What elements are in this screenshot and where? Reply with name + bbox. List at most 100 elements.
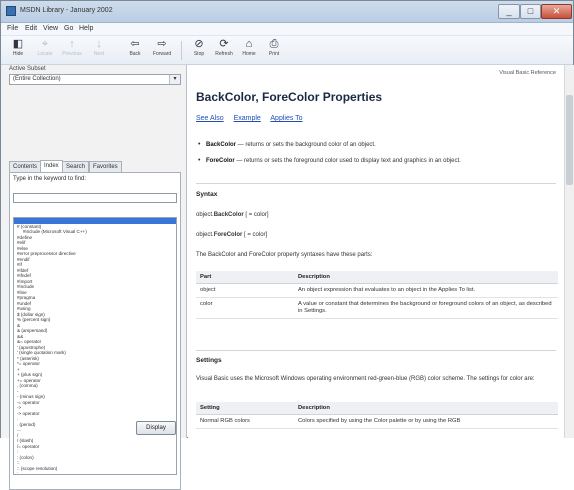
settings-heading: Settings: [196, 357, 222, 364]
syntax-term: BackColor: [213, 212, 244, 218]
active-subset-label: Active Subset: [9, 66, 46, 72]
keyword-list[interactable]: # (constant) #include (Microsoft Visual C…: [13, 217, 177, 475]
next-icon: ↓: [96, 38, 102, 50]
back-button[interactable]: ⇦ Back: [123, 38, 147, 62]
locate-label: Locate: [37, 51, 53, 57]
print-label: Print: [268, 51, 280, 57]
syntax-prefix: object.: [196, 232, 214, 238]
table-header-row: Setting Description: [196, 402, 558, 415]
refresh-icon: ⟳: [219, 38, 229, 50]
vertical-scrollbar[interactable]: [564, 65, 574, 438]
reference-header: Visual Basic Reference: [499, 70, 556, 76]
example-link[interactable]: Example: [234, 115, 261, 122]
menu-help[interactable]: Help: [79, 25, 93, 32]
column-header: Description: [294, 402, 558, 415]
column-header: Part: [196, 271, 294, 284]
navigation-pane: Active Subset (Entire Collection) ▾ Cont…: [1, 65, 187, 490]
tab-search[interactable]: Search: [62, 161, 90, 172]
refresh-label: Refresh: [215, 51, 233, 57]
table-cell: Colors specified by using the Color pale…: [294, 414, 558, 429]
see-also-link[interactable]: See Also: [196, 115, 224, 122]
topic-links: See Also Example Applies To: [196, 115, 311, 122]
minimize-button[interactable]: _: [498, 4, 520, 19]
back-arrow-icon: ⇦: [130, 38, 140, 50]
forward-label: Forward: [152, 51, 172, 57]
print-button[interactable]: ⎙ Print: [262, 38, 286, 62]
menu-view[interactable]: View: [43, 25, 58, 32]
list-item[interactable]: ;: [14, 471, 176, 474]
column-header: Setting: [196, 402, 294, 415]
table-row: color A value or constant that determine…: [196, 297, 558, 319]
table-header-row: Part Description: [196, 271, 558, 284]
table-cell: A value or constant that determines the …: [294, 297, 558, 319]
application-window: MSDN Library - January 2002 _ □ ✕ File E…: [0, 0, 574, 490]
tab-index[interactable]: Index: [40, 160, 63, 172]
syntax-line: object.BackColor [ = color]: [196, 211, 556, 219]
settings-table: Setting Description Normal RGB colors Co…: [196, 402, 558, 429]
forward-arrow-icon: ⇨: [157, 38, 167, 50]
bullet-term: ForeColor: [206, 158, 235, 164]
chevron-down-icon[interactable]: ▾: [169, 75, 180, 84]
toolbar-separator: [181, 41, 182, 60]
syntax-prefix: object.: [196, 212, 214, 218]
table-cell: An object expression that evaluates to a…: [294, 283, 558, 298]
active-subset-dropdown[interactable]: (Entire Collection) ▾: [9, 74, 181, 85]
stop-icon: ⊘: [194, 38, 204, 50]
table-row: Normal RGB colors Colors specified by us…: [196, 414, 558, 429]
title-bar[interactable]: MSDN Library - January 2002 _ □ ✕: [1, 1, 573, 23]
tab-contents[interactable]: Contents: [9, 161, 42, 172]
bullet-term: BackColor: [206, 142, 237, 148]
maximize-button[interactable]: □: [520, 4, 541, 19]
forward-button[interactable]: ⇨ Forward: [150, 38, 174, 62]
page-title: BackColor, ForeColor Properties: [196, 90, 383, 104]
stop-label: Stop: [193, 51, 205, 57]
previous-button[interactable]: ↑ Previous: [60, 38, 84, 62]
table-row: object An object expression that evaluat…: [196, 283, 558, 298]
print-icon: ⎙: [269, 38, 279, 50]
next-button[interactable]: ↓ Next: [87, 38, 111, 62]
menu-bar: File Edit View Go Help: [1, 23, 573, 36]
syntax-suffix: [ = color]: [242, 232, 268, 238]
previous-label: Previous: [62, 51, 82, 57]
applies-to-link[interactable]: Applies To: [270, 115, 302, 122]
back-label: Back: [129, 51, 141, 57]
syntax-term: ForeColor: [213, 232, 243, 238]
menu-edit[interactable]: Edit: [25, 25, 37, 32]
syntax-line: object.ForeColor [ = color]: [196, 231, 556, 239]
locate-button[interactable]: ⌖ Locate: [33, 38, 57, 62]
next-label: Next: [93, 51, 105, 57]
menu-file[interactable]: File: [7, 25, 18, 32]
bullet-backcolor: BackColor — returns or sets the backgrou…: [198, 141, 556, 149]
home-label: Home: [242, 51, 256, 57]
index-tab-panel: Type in the keyword to find: # (constant…: [9, 172, 181, 490]
parts-intro: The BackColor and ForeColor property syn…: [196, 252, 373, 258]
syntax-heading: Syntax: [196, 191, 218, 198]
close-button[interactable]: ✕: [541, 4, 572, 19]
refresh-button[interactable]: ⟳ Refresh: [212, 38, 236, 62]
locate-icon: ⌖: [41, 38, 49, 50]
hide-label: Hide: [12, 51, 24, 57]
menu-go[interactable]: Go: [64, 25, 73, 32]
previous-icon: ↑: [69, 38, 75, 50]
stop-button[interactable]: ⊘ Stop: [187, 38, 211, 62]
bullet-text: — returns or sets the foreground color u…: [234, 158, 461, 164]
scrollbar-thumb[interactable]: [566, 95, 573, 185]
keyword-label: Type in the keyword to find:: [13, 176, 87, 182]
home-icon: ⌂: [245, 38, 253, 50]
hide-icon: ◧: [12, 38, 24, 50]
home-button[interactable]: ⌂ Home: [237, 38, 261, 62]
divider: [196, 183, 556, 184]
table-cell: object: [196, 283, 294, 298]
keyword-input[interactable]: [13, 193, 177, 203]
hide-button[interactable]: ◧ Hide: [6, 38, 30, 62]
column-header: Description: [294, 271, 558, 284]
table-cell: Normal RGB colors: [196, 414, 294, 429]
display-button[interactable]: Display: [136, 421, 176, 435]
tab-favorites[interactable]: Favorites: [89, 161, 122, 172]
bullet-text: — returns or sets the background color o…: [236, 142, 376, 148]
table-cell: color: [196, 297, 294, 319]
divider: [196, 350, 556, 351]
toolbar: ◧ Hide ⌖ Locate ↑ Previous ↓ Next ⇦ Back ⇨ For…: [1, 36, 573, 65]
settings-text: Visual Basic uses the Microsoft Windows …: [196, 376, 535, 382]
syntax-suffix: [ = color]: [243, 212, 269, 218]
